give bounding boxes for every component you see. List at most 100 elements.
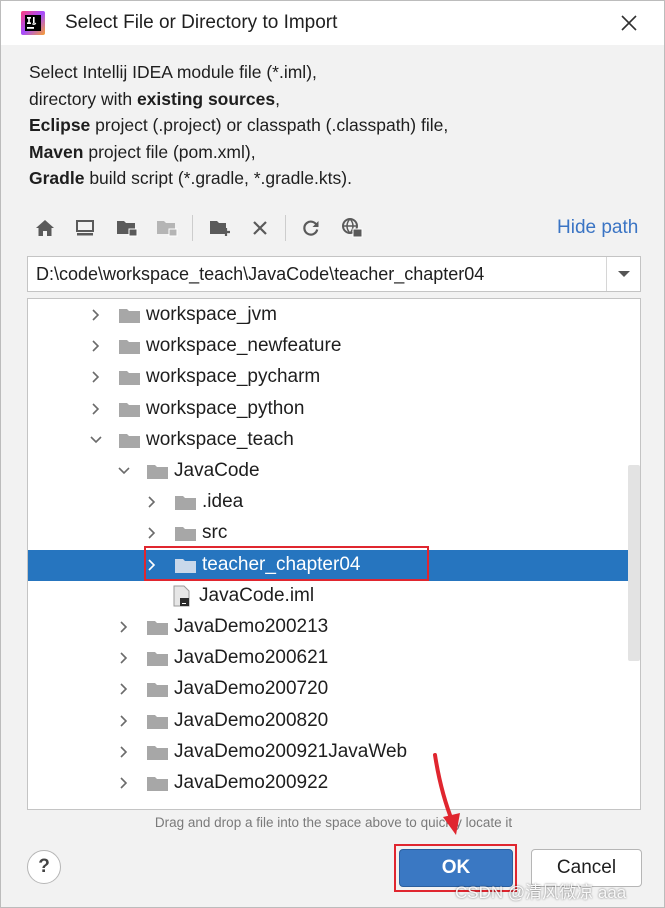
file-tree[interactable]: JavaDemo200922 JavaDemo200921JavaWeb JavaD… xyxy=(27,298,641,810)
desc-line2-bold: existing sources xyxy=(136,88,276,109)
tree-folder-row[interactable]: JavaDemo200921JavaWeb xyxy=(28,737,628,768)
tree-folder-row[interactable]: JavaDemo200621 xyxy=(28,643,628,674)
show-hidden-button[interactable] xyxy=(337,213,367,243)
chevron-right-icon[interactable] xyxy=(116,713,132,729)
folder-icon xyxy=(147,683,168,698)
tree-scrollbar[interactable] xyxy=(628,465,640,661)
tree-folder-row[interactable]: JavaDemo200820 xyxy=(28,706,628,737)
tree-row-label: teacher_chapter04 xyxy=(202,553,361,575)
desc-line-4: Maven project file (pom.xml), xyxy=(29,139,649,166)
dialog-description: Select Intellij IDEA module file (*.iml)… xyxy=(29,59,649,192)
desc-line5-bold: Gradle xyxy=(29,168,85,188)
desc-line5-rest: build script (*.gradle, *.gradle.kts). xyxy=(84,168,352,188)
chevron-right-icon[interactable] xyxy=(144,494,160,510)
help-button[interactable]: ? xyxy=(27,850,61,884)
folder-icon xyxy=(147,714,168,729)
tree-row-label: JavaCode xyxy=(174,460,260,481)
desktop-button[interactable] xyxy=(70,213,100,243)
intellij-idea-logo-icon xyxy=(21,11,45,35)
show-hidden-icon[interactable] xyxy=(341,217,363,239)
tree-folder-row[interactable]: JavaDemo200213 xyxy=(28,612,628,643)
project-folder-button[interactable] xyxy=(112,213,142,243)
file-chooser-toolbar xyxy=(29,211,639,247)
new-folder-icon[interactable] xyxy=(209,219,231,237)
desc-line3-bold: Eclipse xyxy=(29,115,91,135)
chevron-right-icon[interactable] xyxy=(88,338,104,354)
project-folder-icon[interactable] xyxy=(116,219,138,237)
folder-icon xyxy=(119,433,140,448)
new-folder-button[interactable] xyxy=(205,213,235,243)
tree-folder-row[interactable]: JavaDemo200922 xyxy=(28,768,628,799)
folder-icon xyxy=(119,371,140,386)
refresh-icon[interactable] xyxy=(301,218,321,238)
path-history-dropdown[interactable] xyxy=(607,257,641,291)
tree-folder-row[interactable]: workspace_python xyxy=(28,394,628,425)
folder-icon xyxy=(147,745,168,760)
chevron-down-icon[interactable] xyxy=(617,269,631,279)
tree-folder-row[interactable]: workspace_teach xyxy=(28,425,628,456)
desc-line3-rest: project (.project) or classpath (.classp… xyxy=(90,115,449,135)
delete-button[interactable] xyxy=(245,213,275,243)
tree-row-label: workspace_jvm xyxy=(146,304,277,325)
chevron-right-icon[interactable] xyxy=(116,775,132,791)
tree-folder-row[interactable]: JavaDemo200720 xyxy=(28,674,628,705)
chevron-down-icon[interactable] xyxy=(88,432,104,448)
tree-file-row[interactable]: JavaCode.iml xyxy=(28,581,628,612)
desc-line2-post: , xyxy=(275,88,280,109)
desc-line-3: Eclipse project (.project) or classpath … xyxy=(29,112,649,139)
folder-icon xyxy=(175,496,196,511)
desc-line1-text: Select Intellij IDEA module file (*.iml)… xyxy=(29,62,317,82)
import-dialog: Select File or Directory to Import Selec… xyxy=(0,0,665,908)
chevron-right-icon[interactable] xyxy=(88,369,104,385)
tree-row-label: JavaDemo200621 xyxy=(174,647,329,669)
hide-path-link[interactable]: Hide path xyxy=(557,217,638,239)
tree-row-label: workspace_python xyxy=(146,397,305,419)
tree-row-label: JavaCode.iml xyxy=(199,584,315,606)
tree-row-label: JavaDemo200213 xyxy=(174,616,329,637)
tree-folder-row[interactable]: .idea xyxy=(28,487,628,518)
module-file-icon xyxy=(173,585,190,607)
close-button[interactable] xyxy=(613,7,645,39)
tree-folder-row[interactable]: workspace_pycharm xyxy=(28,362,628,393)
folder-icon xyxy=(147,621,168,635)
path-input[interactable] xyxy=(28,257,606,291)
tree-row-label: JavaDemo200921JavaWeb xyxy=(174,740,408,762)
chevron-right-icon[interactable] xyxy=(88,307,104,323)
chevron-right-icon[interactable] xyxy=(116,744,132,760)
drag-drop-hint: Drag and drop a file into the space abov… xyxy=(154,815,513,830)
tree-row-label: workspace_teach xyxy=(146,428,294,450)
home-icon[interactable] xyxy=(35,219,55,237)
desc-line-5: Gradle build script (*.gradle, *.gradle.… xyxy=(29,165,649,192)
chevron-right-icon[interactable] xyxy=(88,401,104,417)
refresh-button[interactable] xyxy=(296,213,326,243)
folder-icon xyxy=(119,402,140,417)
chevron-right-icon[interactable] xyxy=(144,525,160,541)
folder-icon xyxy=(119,340,140,355)
desktop-icon[interactable] xyxy=(75,219,95,237)
folder-icon xyxy=(147,465,168,479)
folder-icon xyxy=(119,309,140,323)
chevron-right-icon[interactable] xyxy=(144,557,160,573)
module-folder-icon[interactable] xyxy=(156,219,178,237)
path-combobox[interactable] xyxy=(27,256,641,292)
desc-line-2: directory with existing sources, xyxy=(29,86,649,113)
tree-folder-row[interactable]: src xyxy=(28,518,628,549)
module-folder-button[interactable] xyxy=(152,213,182,243)
chevron-right-icon[interactable] xyxy=(116,681,132,697)
tree-folder-row[interactable]: teacher_chapter04 xyxy=(28,549,628,581)
tree-row-label: .idea xyxy=(202,491,244,513)
desc-line4-rest: project file (pom.xml), xyxy=(83,141,256,162)
delete-icon[interactable] xyxy=(251,219,269,237)
tree-folder-row[interactable]: JavaCode xyxy=(28,456,628,487)
home-button[interactable] xyxy=(30,213,60,243)
title-bar: Select File or Directory to Import xyxy=(1,1,664,45)
tree-folder-row[interactable]: workspace_jvm xyxy=(28,300,628,331)
chevron-down-icon[interactable] xyxy=(116,463,132,479)
folder-icon xyxy=(147,777,168,791)
chevron-right-icon[interactable] xyxy=(116,619,132,635)
tree-row-label: JavaDemo200922 xyxy=(174,772,329,793)
tree-folder-row[interactable]: workspace_newfeature xyxy=(28,331,628,362)
close-icon[interactable] xyxy=(620,14,638,32)
folder-icon xyxy=(175,527,196,542)
chevron-right-icon[interactable] xyxy=(116,650,132,666)
